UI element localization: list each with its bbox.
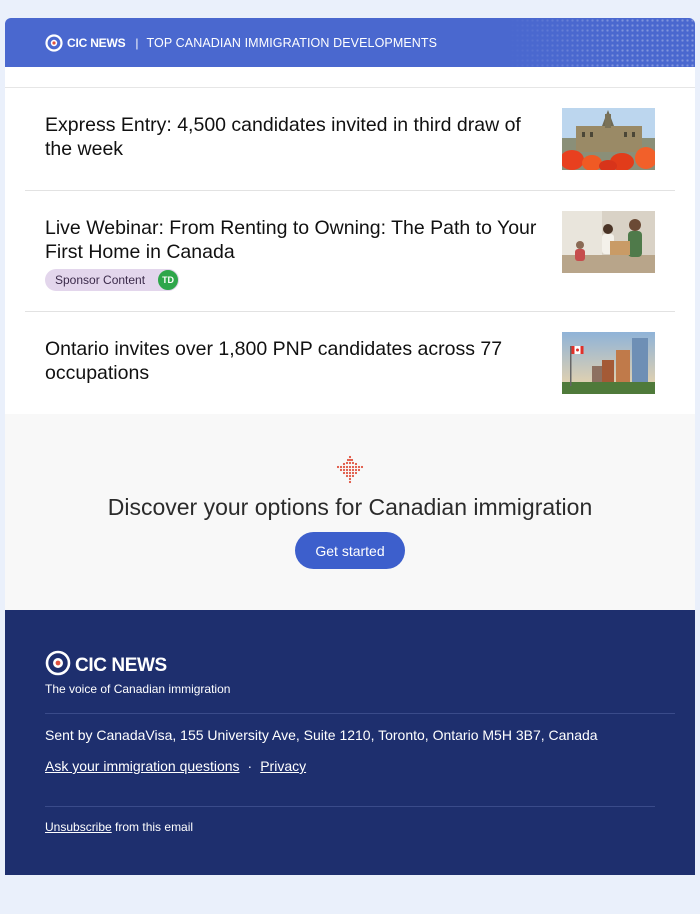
unsubscribe-line: Unsubscribe from this email	[45, 820, 193, 834]
article-thumbnail[interactable]	[562, 332, 655, 394]
email-container: CIC NEWS | TOP CANADIAN IMMIGRATION DEVE…	[5, 18, 695, 875]
sponsor-badge-label: Sponsor Content	[55, 273, 146, 287]
article-title[interactable]: Live Webinar: From Renting to Owning: Th…	[45, 211, 540, 264]
footer-divider	[45, 713, 675, 714]
article-text: Express Entry: 4,500 candidates invited …	[45, 108, 540, 161]
cic-logo-icon[interactable]	[45, 33, 63, 52]
badge-row: Sponsor Content TD	[45, 269, 540, 291]
article-text: Ontario invites over 1,800 PNP candidate…	[45, 332, 540, 385]
footer-divider	[45, 806, 655, 807]
header-logo-text[interactable]: CIC NEWS	[67, 36, 126, 50]
article-thumbnail[interactable]	[562, 211, 655, 273]
cta-heading: Discover your options for Canadian immig…	[107, 494, 593, 520]
world-map-dots	[505, 18, 695, 67]
article-item[interactable]: Express Entry: 4,500 candidates invited …	[25, 88, 675, 191]
unsubscribe-suffix: from this email	[115, 820, 194, 834]
footer-logo[interactable]: CIC NEWS	[45, 650, 167, 681]
article-item[interactable]: Live Webinar: From Renting to Owning: Th…	[25, 191, 675, 312]
cic-logo-icon	[45, 650, 71, 681]
header-spacer	[5, 67, 695, 88]
link-separator: ·	[247, 758, 253, 774]
footer-links: Ask your immigration questions · Privacy	[45, 758, 306, 774]
article-thumbnail[interactable]	[562, 108, 655, 170]
header-separator: |	[135, 35, 139, 50]
sponsor-badge: Sponsor Content TD	[45, 269, 180, 291]
article-text: Live Webinar: From Renting to Owning: Th…	[45, 211, 540, 291]
unsubscribe-link[interactable]: Unsubscribe	[45, 820, 112, 834]
article-list: Express Entry: 4,500 candidates invited …	[5, 88, 695, 414]
ask-questions-link[interactable]: Ask your immigration questions	[45, 758, 240, 774]
header-content: CIC NEWS | TOP CANADIAN IMMIGRATION DEVE…	[45, 18, 437, 67]
td-logo-icon: TD	[157, 269, 180, 291]
article-item[interactable]: Ontario invites over 1,800 PNP candidate…	[25, 312, 675, 414]
footer-logo-text: CIC NEWS	[75, 654, 167, 676]
footer: CIC NEWS The voice of Canadian immigrati…	[5, 610, 695, 875]
article-title[interactable]: Ontario invites over 1,800 PNP candidate…	[45, 332, 540, 385]
header-banner: CIC NEWS | TOP CANADIAN IMMIGRATION DEVE…	[5, 18, 695, 67]
privacy-link[interactable]: Privacy	[260, 758, 306, 774]
get-started-button[interactable]: Get started	[295, 532, 405, 569]
header-tagline: TOP CANADIAN IMMIGRATION DEVELOPMENTS	[146, 35, 438, 50]
cta-section: Discover your options for Canadian immig…	[5, 414, 695, 610]
footer-address: Sent by CanadaVisa, 155 University Ave, …	[45, 727, 598, 743]
article-title[interactable]: Express Entry: 4,500 candidates invited …	[45, 108, 540, 161]
footer-tagline: The voice of Canadian immigration	[45, 682, 231, 696]
maple-leaf-icon	[335, 454, 365, 489]
